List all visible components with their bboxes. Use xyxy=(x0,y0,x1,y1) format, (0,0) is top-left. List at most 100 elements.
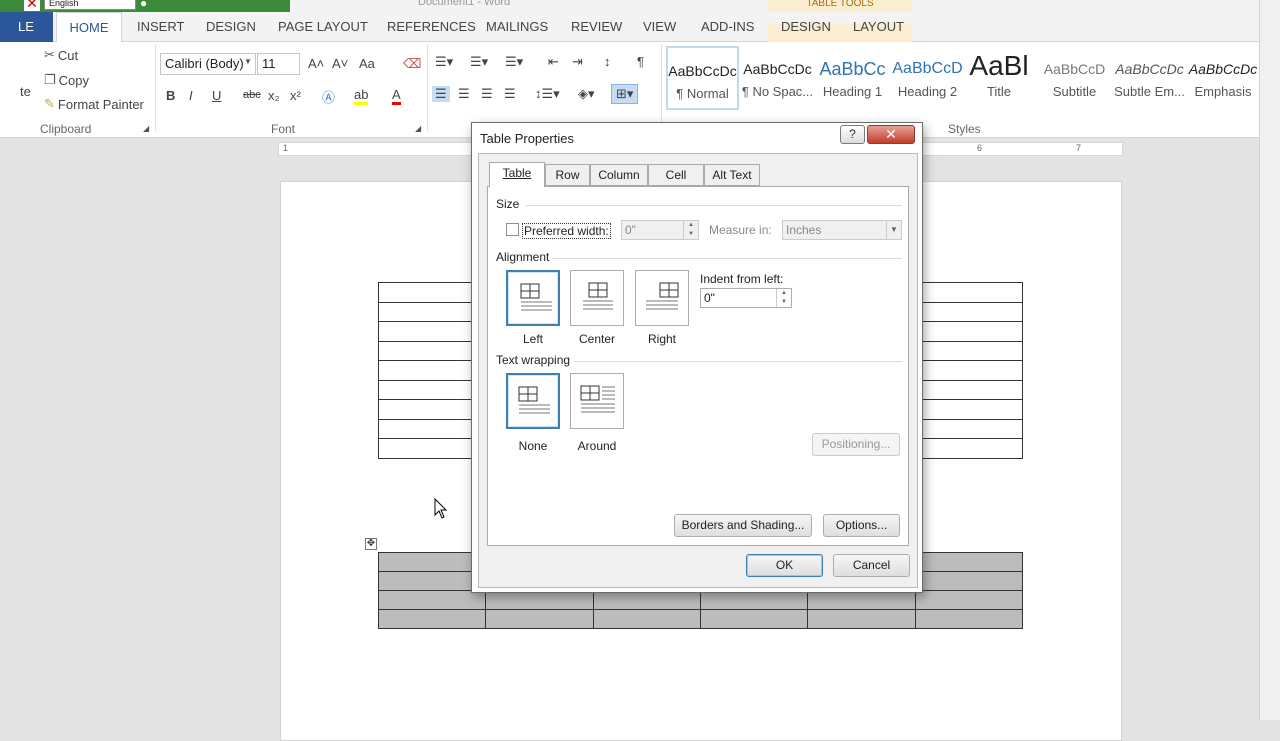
align-center-label: Center xyxy=(578,332,616,346)
cancel-button[interactable]: Cancel xyxy=(833,554,910,577)
language-select[interactable]: English xyxy=(44,0,136,10)
close-button[interactable]: ✕ xyxy=(867,125,915,144)
ok-button[interactable]: OK xyxy=(746,554,823,577)
table-tools-title: TABLE TOOLS xyxy=(768,0,912,12)
tab-row[interactable]: Row xyxy=(545,164,590,186)
borders-icon[interactable]: ⊞▾ xyxy=(611,84,639,104)
style-normal[interactable]: AaBbCcDc ¶ Normal xyxy=(666,46,739,110)
preferred-width-checkbox[interactable] xyxy=(506,223,519,236)
style-no-spacing[interactable]: AaBbCcDc ¶ No Spac... xyxy=(741,46,814,110)
style-title[interactable]: AaBl Title xyxy=(966,46,1032,110)
style-name: ¶ Normal xyxy=(676,86,729,101)
vertical-scrollbar[interactable] xyxy=(1259,0,1280,720)
style-subtitle[interactable]: AaBbCcD Subtitle xyxy=(1038,46,1111,110)
font-color-icon[interactable]: A xyxy=(392,87,401,105)
chevron-down-icon[interactable]: ▼ xyxy=(244,57,252,66)
style-heading-1[interactable]: AaBbCc Heading 1 xyxy=(816,46,889,110)
tab-view[interactable]: VIEW xyxy=(643,12,676,42)
align-center-icon[interactable]: ☰ xyxy=(458,86,470,102)
cut-label: Cut xyxy=(57,47,79,63)
style-name: Subtitle xyxy=(1052,84,1097,99)
italic-button[interactable]: I xyxy=(189,88,193,103)
dialog-launcher-icon[interactable]: ◢ xyxy=(415,124,421,133)
tab-table-layout[interactable]: LAYOUT xyxy=(853,12,904,42)
text-effects-icon[interactable]: Ⓐ xyxy=(322,87,335,106)
styles-group-label: Styles xyxy=(948,122,981,136)
shield-icon: ● xyxy=(140,0,148,10)
align-left-option[interactable] xyxy=(506,270,560,326)
style-emphasis[interactable]: AaBbCcDc Emphasis xyxy=(1188,46,1258,110)
align-left-icon[interactable]: ☰ xyxy=(432,86,450,102)
field-value: 0" xyxy=(625,223,636,237)
highlight-icon[interactable]: ab xyxy=(354,87,369,105)
bullets-icon[interactable]: ☰▾ xyxy=(435,54,453,70)
multilevel-list-icon[interactable]: ☰▾ xyxy=(505,54,523,70)
tab-cell[interactable]: Cell xyxy=(648,164,704,186)
ruler-mark: 6 xyxy=(977,143,983,153)
measure-in-select[interactable]: Inches ▼ xyxy=(782,220,902,240)
paste-button[interactable]: te xyxy=(20,84,31,99)
tab-table[interactable]: Table xyxy=(489,162,545,187)
increase-indent-icon[interactable]: ⇥ xyxy=(572,54,583,70)
align-right-icon[interactable]: ☰ xyxy=(481,86,493,102)
indent-input[interactable]: 0" ▲ ▼ xyxy=(700,288,792,308)
align-center-option[interactable] xyxy=(570,270,624,326)
divider xyxy=(526,205,902,206)
bold-button[interactable]: B xyxy=(166,88,175,103)
options-button[interactable]: Options... xyxy=(823,514,900,537)
clear-format-icon[interactable]: ⌫ xyxy=(403,56,421,72)
align-left-icon xyxy=(520,283,552,311)
font-name-box[interactable]: Calibri (Body) xyxy=(160,53,256,75)
strikethrough-button[interactable]: abc xyxy=(243,89,261,101)
style-subtle-emphasis[interactable]: AaBbCcDc Subtle Em... xyxy=(1113,46,1186,110)
tab-alt-text[interactable]: Alt Text xyxy=(704,164,760,186)
font-size-box[interactable]: 11 xyxy=(257,53,300,75)
justify-icon[interactable]: ☰ xyxy=(504,86,516,102)
shading-icon[interactable]: ◈▾ xyxy=(578,86,595,102)
preferred-width-input[interactable]: 0" ▲ ▼ xyxy=(621,220,699,240)
copy-icon: ❐ xyxy=(44,72,56,87)
tab-add-ins[interactable]: ADD-INS xyxy=(701,12,754,42)
dialog-launcher-icon[interactable]: ◢ xyxy=(143,124,149,133)
tab-references[interactable]: REFERENCES xyxy=(387,12,476,42)
tab-table-design[interactable]: DESIGN xyxy=(781,12,831,42)
wrap-none-option[interactable] xyxy=(506,373,560,429)
format-painter-button[interactable]: ✎ Format Painter xyxy=(44,96,144,112)
tab-review[interactable]: REVIEW xyxy=(571,12,622,42)
borders-and-shading-button[interactable]: Borders and Shading... xyxy=(674,514,812,537)
copy-button[interactable]: ❐ Copy xyxy=(44,72,89,88)
tab-column[interactable]: Column xyxy=(590,164,648,186)
tab-insert[interactable]: INSERT xyxy=(137,12,184,42)
decrease-indent-icon[interactable]: ⇤ xyxy=(548,54,559,70)
line-spacing-icon[interactable]: ↕☰▾ xyxy=(535,86,560,102)
table-move-handle-icon[interactable]: ✥ xyxy=(365,538,377,550)
tab-file[interactable]: LE xyxy=(0,12,53,42)
subscript-button[interactable]: x₂ xyxy=(268,88,280,103)
cut-button[interactable]: ✂ Cut xyxy=(44,47,78,63)
spinner-icon[interactable]: ▲ ▼ xyxy=(776,289,791,307)
divider xyxy=(155,44,156,132)
grow-font-button[interactable]: A˄ xyxy=(308,56,324,71)
spinner-icon[interactable]: ▲ ▼ xyxy=(683,221,698,239)
tab-mailings[interactable]: MAILINGS xyxy=(486,12,548,42)
divider xyxy=(574,361,902,362)
style-heading-2[interactable]: AaBbCcD Heading 2 xyxy=(891,46,964,110)
tab-design[interactable]: DESIGN xyxy=(206,12,256,42)
tab-page-layout[interactable]: PAGE LAYOUT xyxy=(278,12,368,42)
chevron-down-icon[interactable]: ▼ xyxy=(886,221,901,239)
close-app-icon[interactable]: ✕ xyxy=(24,0,40,11)
tab-home[interactable]: HOME xyxy=(56,12,122,43)
help-button[interactable]: ? xyxy=(840,125,865,144)
measure-in-label: Measure in: xyxy=(709,223,772,237)
underline-button[interactable]: U xyxy=(212,88,221,103)
sort-icon[interactable]: ↕ xyxy=(604,54,611,69)
superscript-button[interactable]: x² xyxy=(290,88,301,103)
change-case-button[interactable]: Aa xyxy=(359,56,375,71)
numbering-icon[interactable]: ☰▾ xyxy=(470,54,488,70)
shrink-font-button[interactable]: A˅ xyxy=(332,56,348,71)
wrap-around-option[interactable] xyxy=(570,373,624,429)
pilcrow-icon[interactable]: ¶ xyxy=(637,54,644,69)
alignment-section-label: Alignment xyxy=(496,250,550,264)
align-right-option[interactable] xyxy=(635,270,689,326)
positioning-button[interactable]: Positioning... xyxy=(812,433,900,456)
